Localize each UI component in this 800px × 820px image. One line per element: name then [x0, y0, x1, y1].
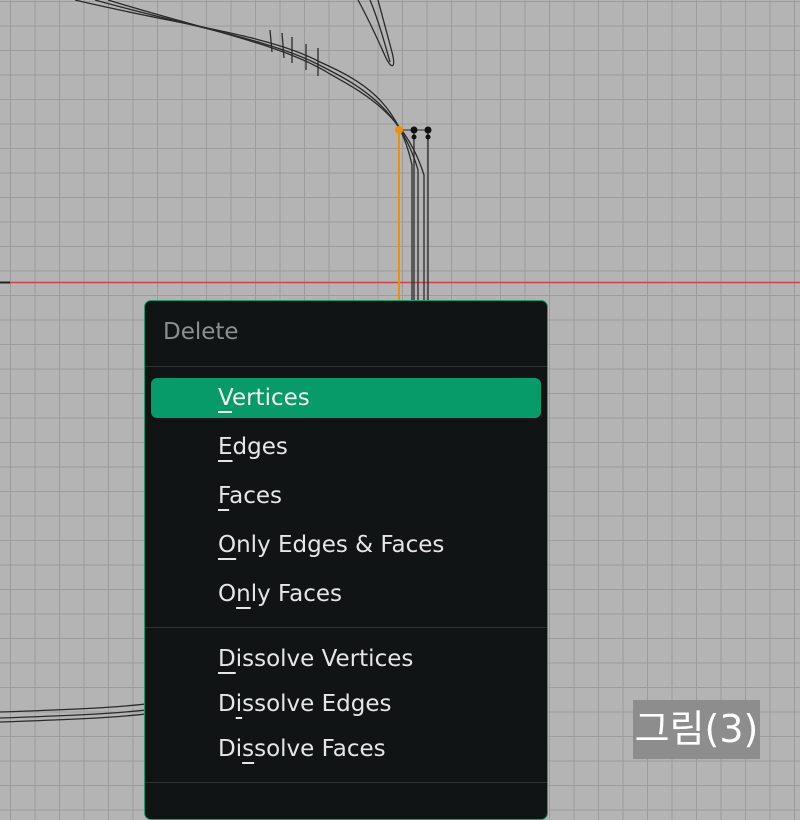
- delete-context-menu: Delete Vertices Edges Faces Only Edges & Fa…: [144, 300, 548, 820]
- menu-separator: [145, 366, 547, 367]
- menu-item-mnemonic: V: [218, 385, 232, 411]
- menu-title: Delete: [163, 319, 239, 345]
- menu-item-dissolve-vertices[interactable]: Dissolve Vertices: [151, 639, 541, 679]
- menu-item-edges[interactable]: Edges: [151, 427, 541, 467]
- menu-item-mnemonic: O: [218, 532, 237, 558]
- menu-item-label: dges: [232, 434, 288, 460]
- menu-item-mnemonic: F: [218, 483, 230, 509]
- menu-item-only-edges-faces[interactable]: Only Edges & Faces: [151, 525, 541, 565]
- menu-item-label: issolve Vertices: [235, 646, 414, 672]
- menu-item-label-prefix: D: [218, 691, 236, 717]
- menu-item-label: ssolve Edges: [242, 691, 392, 717]
- menu-item-label-prefix: O: [218, 581, 237, 607]
- menu-item-label: aces: [229, 483, 282, 509]
- menu-item-only-faces[interactable]: Only Faces: [151, 574, 541, 614]
- menu-item-vertices[interactable]: Vertices: [151, 378, 541, 418]
- menu-item-mnemonic: s: [242, 736, 255, 762]
- vertex-markers: [410, 126, 432, 140]
- selected-edge: [395, 126, 403, 300]
- menu-item-label-prefix: Di: [218, 736, 243, 762]
- menu-item-label: nly Edges & Faces: [236, 532, 445, 558]
- menu-separator: [145, 782, 547, 783]
- menu-item-dissolve-edges[interactable]: Dissolve Edges: [151, 684, 541, 724]
- menu-item-dissolve-faces[interactable]: Dissolve Faces: [151, 729, 541, 769]
- menu-item-mnemonic: D: [218, 646, 236, 672]
- menu-separator: [145, 627, 547, 628]
- menu-item-mnemonic: E: [218, 434, 233, 460]
- menu-item-faces[interactable]: Faces: [151, 476, 541, 516]
- menu-item-label: ly Faces: [250, 581, 342, 607]
- menu-item-mnemonic: n: [236, 581, 251, 607]
- figure-caption: 그림(3): [633, 700, 760, 759]
- menu-item-label: solve Faces: [254, 736, 386, 762]
- menu-item-label: ertices: [231, 385, 310, 411]
